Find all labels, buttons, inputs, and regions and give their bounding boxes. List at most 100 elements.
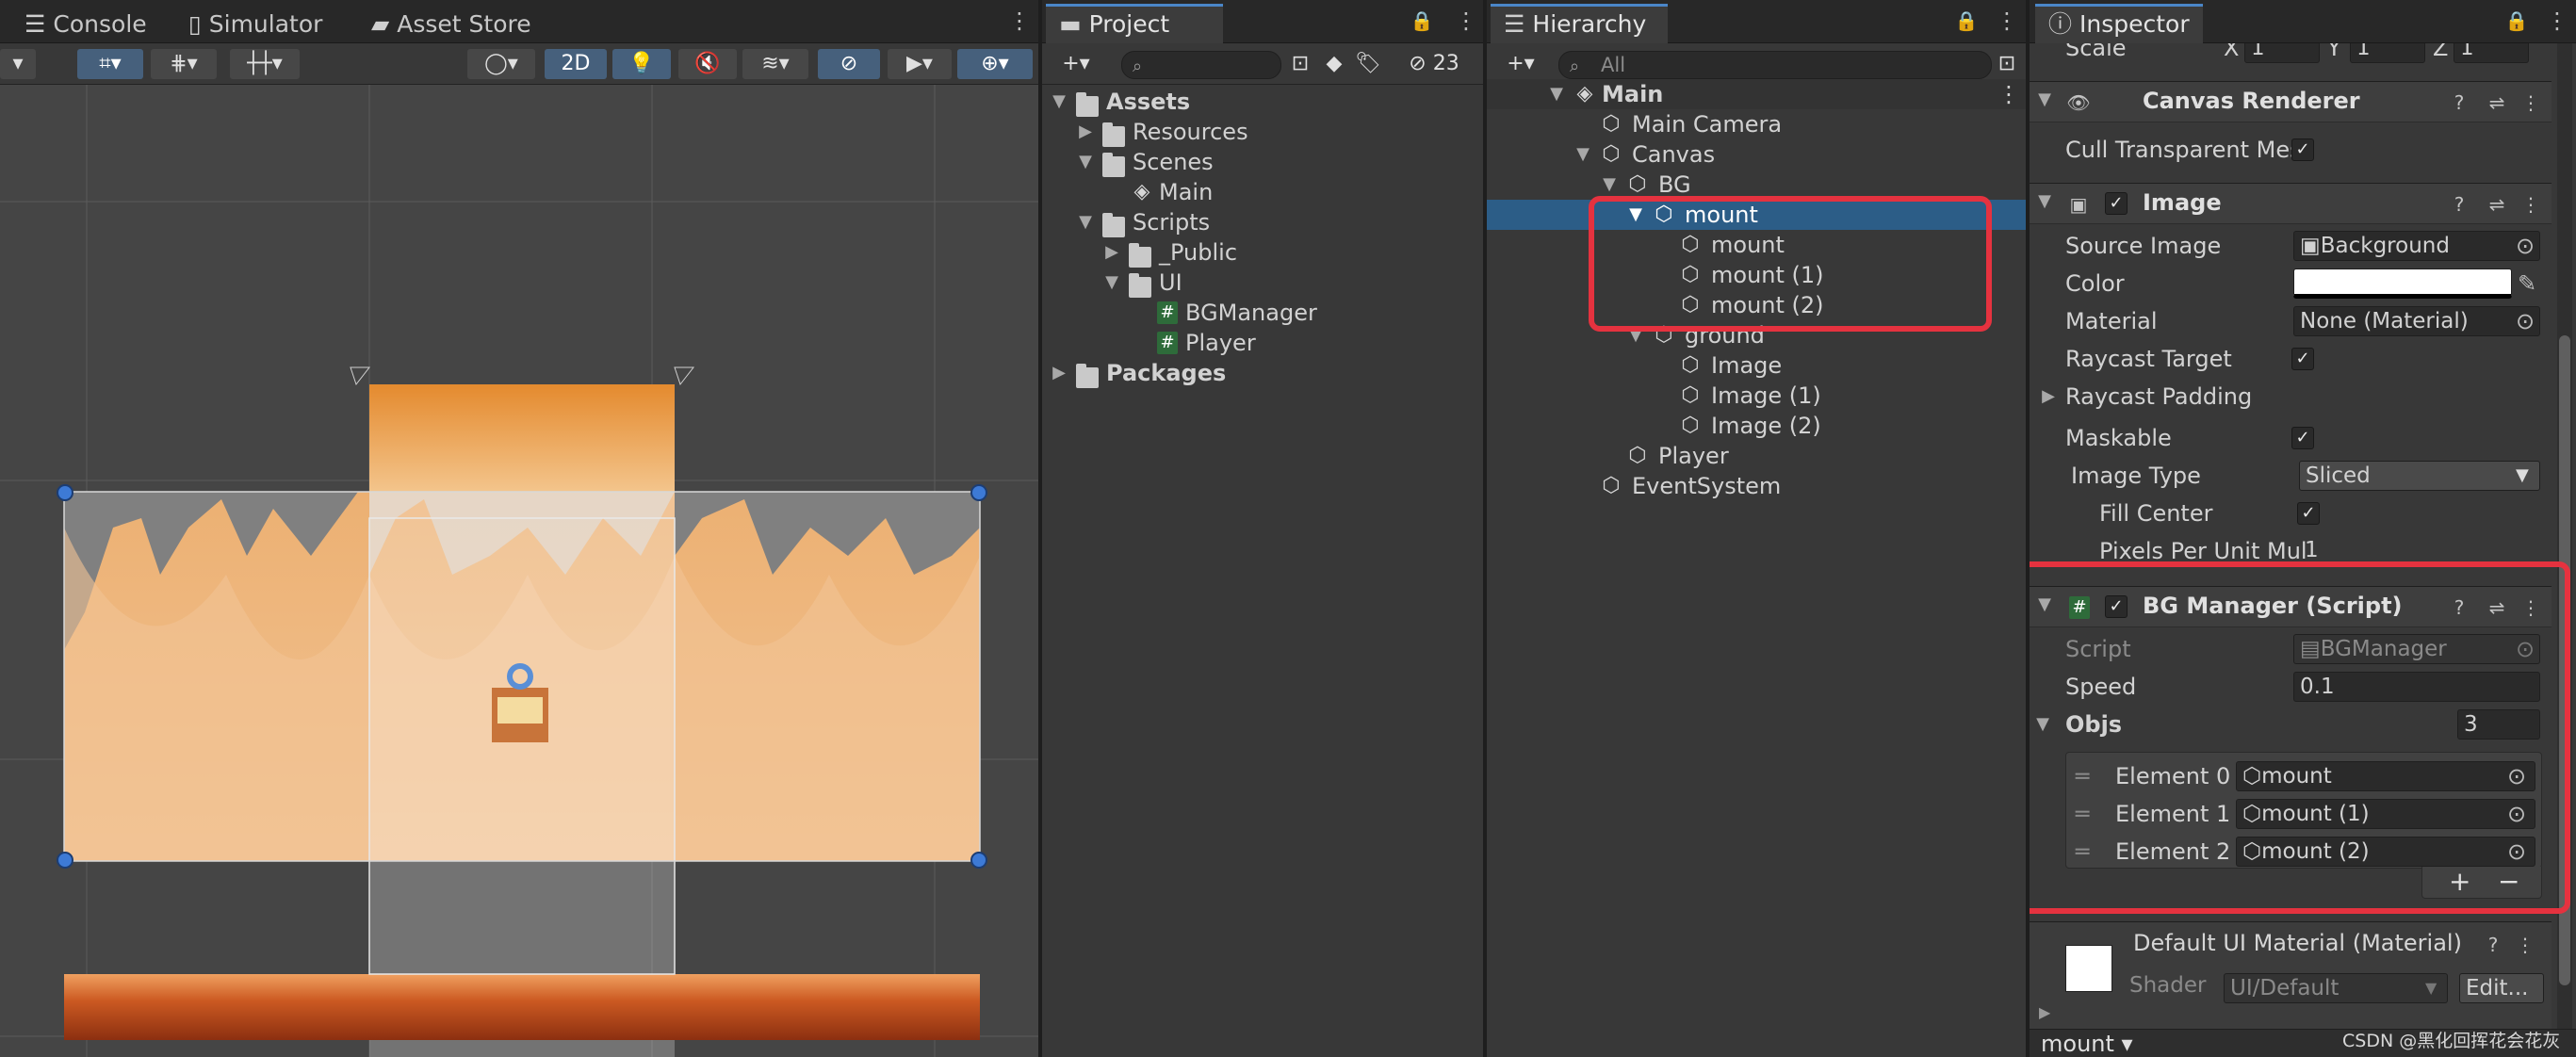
presets-icon[interactable]: ⇌ (2484, 191, 2510, 218)
eyedropper-icon[interactable]: ✎ (2518, 266, 2536, 301)
image-header[interactable]: ▼ ▣ ✓ Image ? ⇌ ⋮ (2030, 183, 2552, 224)
lighting-icon[interactable]: 💡 (612, 49, 671, 79)
tree-item-assets[interactable]: ▼ Assets (1042, 87, 1483, 117)
tree-item-packages[interactable]: ▶ Packages (1042, 358, 1483, 388)
scene-more-icon[interactable]: ⋮ (1997, 79, 2020, 109)
grid-snap-button[interactable]: ⌗▾ (77, 49, 143, 79)
rect-handle-top-right[interactable] (970, 484, 987, 501)
create-button[interactable]: +▾ (1496, 49, 1545, 79)
lock-icon[interactable]: 🔒 (2504, 8, 2529, 34)
inspector-panel: Scale X 1 Y 1 Z 1 ▼ 👁 Canvas Renderer ? … (2030, 0, 2576, 1057)
tab-project[interactable]: ▬ Project (1046, 4, 1223, 43)
tree-item-public[interactable]: ▶ _Public (1042, 237, 1483, 268)
help-icon[interactable]: ? (2480, 932, 2506, 958)
material-field[interactable]: None (Material) (2293, 306, 2540, 336)
maskable-checkbox[interactable]: ✓ (2291, 427, 2314, 449)
scene-more-icon[interactable]: ⋮ (1008, 8, 1031, 34)
create-button[interactable]: +▾ (1052, 49, 1101, 79)
hierarchy-more-icon[interactable]: ⋮ (1996, 8, 2018, 34)
tree-item-main-scene[interactable]: ◈ Main (1042, 177, 1483, 207)
tag-icon[interactable]: 🏷 (1353, 49, 1383, 79)
hierarchy-search-input[interactable]: All (1558, 51, 1992, 79)
foldout-arrow-icon[interactable]: ▶ (2039, 379, 2058, 415)
scene-viewport[interactable] (0, 85, 1038, 1057)
tree-item-bgmanager[interactable]: # BGManager (1042, 298, 1483, 328)
help-icon[interactable]: ? (2446, 89, 2472, 116)
component-menu-icon[interactable]: ⋮ (2518, 191, 2544, 218)
rect-handle-bottom-right[interactable] (970, 852, 987, 869)
project-search-input[interactable] (1121, 51, 1281, 79)
expand-arrow-icon[interactable]: ▼ (1076, 207, 1095, 237)
source-image-field[interactable]: ▣Background (2293, 231, 2540, 261)
ruler-button[interactable]: ┼┼▾ (230, 49, 300, 79)
tree-item-scripts[interactable]: ▼ Scripts (1042, 207, 1483, 237)
mode-2d-button[interactable]: 2D (545, 49, 607, 79)
hierarchy-item[interactable]: ⬡ EventSystem (1487, 471, 2026, 501)
tree-item-player[interactable]: # Player (1042, 328, 1483, 358)
presets-icon[interactable]: ⇌ (2484, 89, 2510, 116)
hidden-packages-icon[interactable]: ⊘ 23 (1389, 49, 1479, 79)
effects-icon[interactable]: ≋▾ (742, 49, 808, 79)
hierarchy-scene-main[interactable]: ▼ ◈ Main ⋮ (1487, 79, 2026, 109)
gizmos-icon[interactable]: ⊕▾ (957, 49, 1033, 79)
gameobject-icon: ⬡ (1681, 383, 1700, 407)
hierarchy-item[interactable]: ⬡ Image (2) (1487, 411, 2026, 441)
hierarchy-item[interactable]: ⬡ Player (1487, 441, 2026, 471)
object-picker-icon[interactable]: ⊙ (2516, 303, 2535, 339)
expand-arrow-icon[interactable]: ▶ (1102, 237, 1121, 268)
inspector-more-icon[interactable]: ⋮ (2546, 8, 2568, 34)
tab-simulator[interactable]: ▯ Simulator (175, 4, 364, 43)
tree-item-resources[interactable]: ▶ Resources (1042, 117, 1483, 147)
expand-arrow-icon[interactable]: ▼ (1102, 268, 1121, 298)
foldout-arrow-icon[interactable]: ▼ (2035, 191, 2054, 211)
canvas-renderer-header[interactable]: ▼ 👁 Canvas Renderer ? ⇌ ⋮ (2030, 81, 2552, 122)
foldout-arrow-icon[interactable]: ▼ (2035, 89, 2054, 109)
fill-center-checkbox[interactable]: ✓ (2297, 502, 2320, 525)
visibility-icon[interactable]: ⊘ (818, 49, 880, 79)
hierarchy-tabbar: ☰ Hierarchy 🔒 ⋮ (1487, 0, 2026, 43)
color-swatch[interactable] (2293, 268, 2512, 299)
image-enabled-checkbox[interactable]: ✓ (2105, 192, 2128, 215)
foldout-arrow-icon[interactable]: ▶ (2039, 1003, 2050, 1021)
lock-icon[interactable]: 🔒 (1410, 8, 1434, 34)
filter-by-label-icon[interactable]: ◆ (1319, 49, 1349, 79)
cull-transparent-checkbox[interactable]: ✓ (2291, 138, 2314, 161)
tab-asset-store[interactable]: ▰ Asset Store (358, 4, 584, 43)
expand-arrow-icon[interactable]: ▼ (1076, 147, 1095, 177)
tree-item-ui[interactable]: ▼ UI (1042, 268, 1483, 298)
expand-arrow-icon[interactable]: ▼ (1573, 139, 1592, 170)
hierarchy-item[interactable]: ⬡ Image (1) (1487, 381, 2026, 411)
camera-icon[interactable]: ▶▾ (888, 49, 952, 79)
expand-arrow-icon[interactable]: ▶ (1076, 117, 1095, 147)
lock-icon[interactable]: 🔒 (1954, 8, 1979, 34)
image-type-dropdown[interactable]: Sliced (2299, 461, 2540, 491)
snap-increment-button[interactable]: ⋕▾ (151, 49, 217, 79)
project-more-icon[interactable]: ⋮ (1455, 8, 1477, 34)
tab-inspector[interactable]: ⓘ Inspector (2035, 4, 2203, 43)
hierarchy-item[interactable]: ▼ ⬡ Canvas (1487, 139, 2026, 170)
expand-arrow-icon[interactable]: ▼ (1547, 79, 1566, 109)
hierarchy-item[interactable]: ⬡ Image (1487, 350, 2026, 381)
shading-button[interactable]: ◯▾ (467, 49, 535, 79)
raycast-target-checkbox[interactable]: ✓ (2291, 348, 2314, 370)
object-picker-icon[interactable]: ⊙ (2516, 228, 2535, 264)
edit-shader-button[interactable]: Edit... (2459, 973, 2544, 1003)
expand-arrow-icon[interactable]: ▶ (1050, 358, 1068, 388)
rect-handle-top-left[interactable] (57, 484, 73, 501)
tab-hierarchy[interactable]: ☰ Hierarchy (1491, 4, 1668, 43)
search-options-icon[interactable]: ⊡ (1992, 49, 2022, 79)
shader-dropdown[interactable]: UI/Default (2224, 973, 2448, 1003)
preview-object-dropdown[interactable]: mount ▾ (2041, 1030, 2133, 1057)
rect-handle-bottom-left[interactable] (57, 852, 73, 869)
tree-item-scenes[interactable]: ▼ Scenes (1042, 147, 1483, 177)
tab-console[interactable]: ☰ Console (11, 4, 176, 43)
raycast-padding-row[interactable]: ▶ Raycast Padding (2030, 379, 2552, 415)
audio-icon[interactable]: 🔇 (678, 49, 737, 79)
hierarchy-item[interactable]: ⬡ Main Camera (1487, 109, 2026, 139)
component-menu-icon[interactable]: ⋮ (2518, 89, 2544, 116)
component-menu-icon[interactable]: ⋮ (2512, 932, 2538, 958)
search-by-type-icon[interactable]: ⊡ (1285, 49, 1315, 79)
help-icon[interactable]: ? (2446, 191, 2472, 218)
expand-arrow-icon[interactable]: ▼ (1050, 87, 1068, 117)
draw-mode-dropdown[interactable]: ▾ (0, 49, 36, 79)
